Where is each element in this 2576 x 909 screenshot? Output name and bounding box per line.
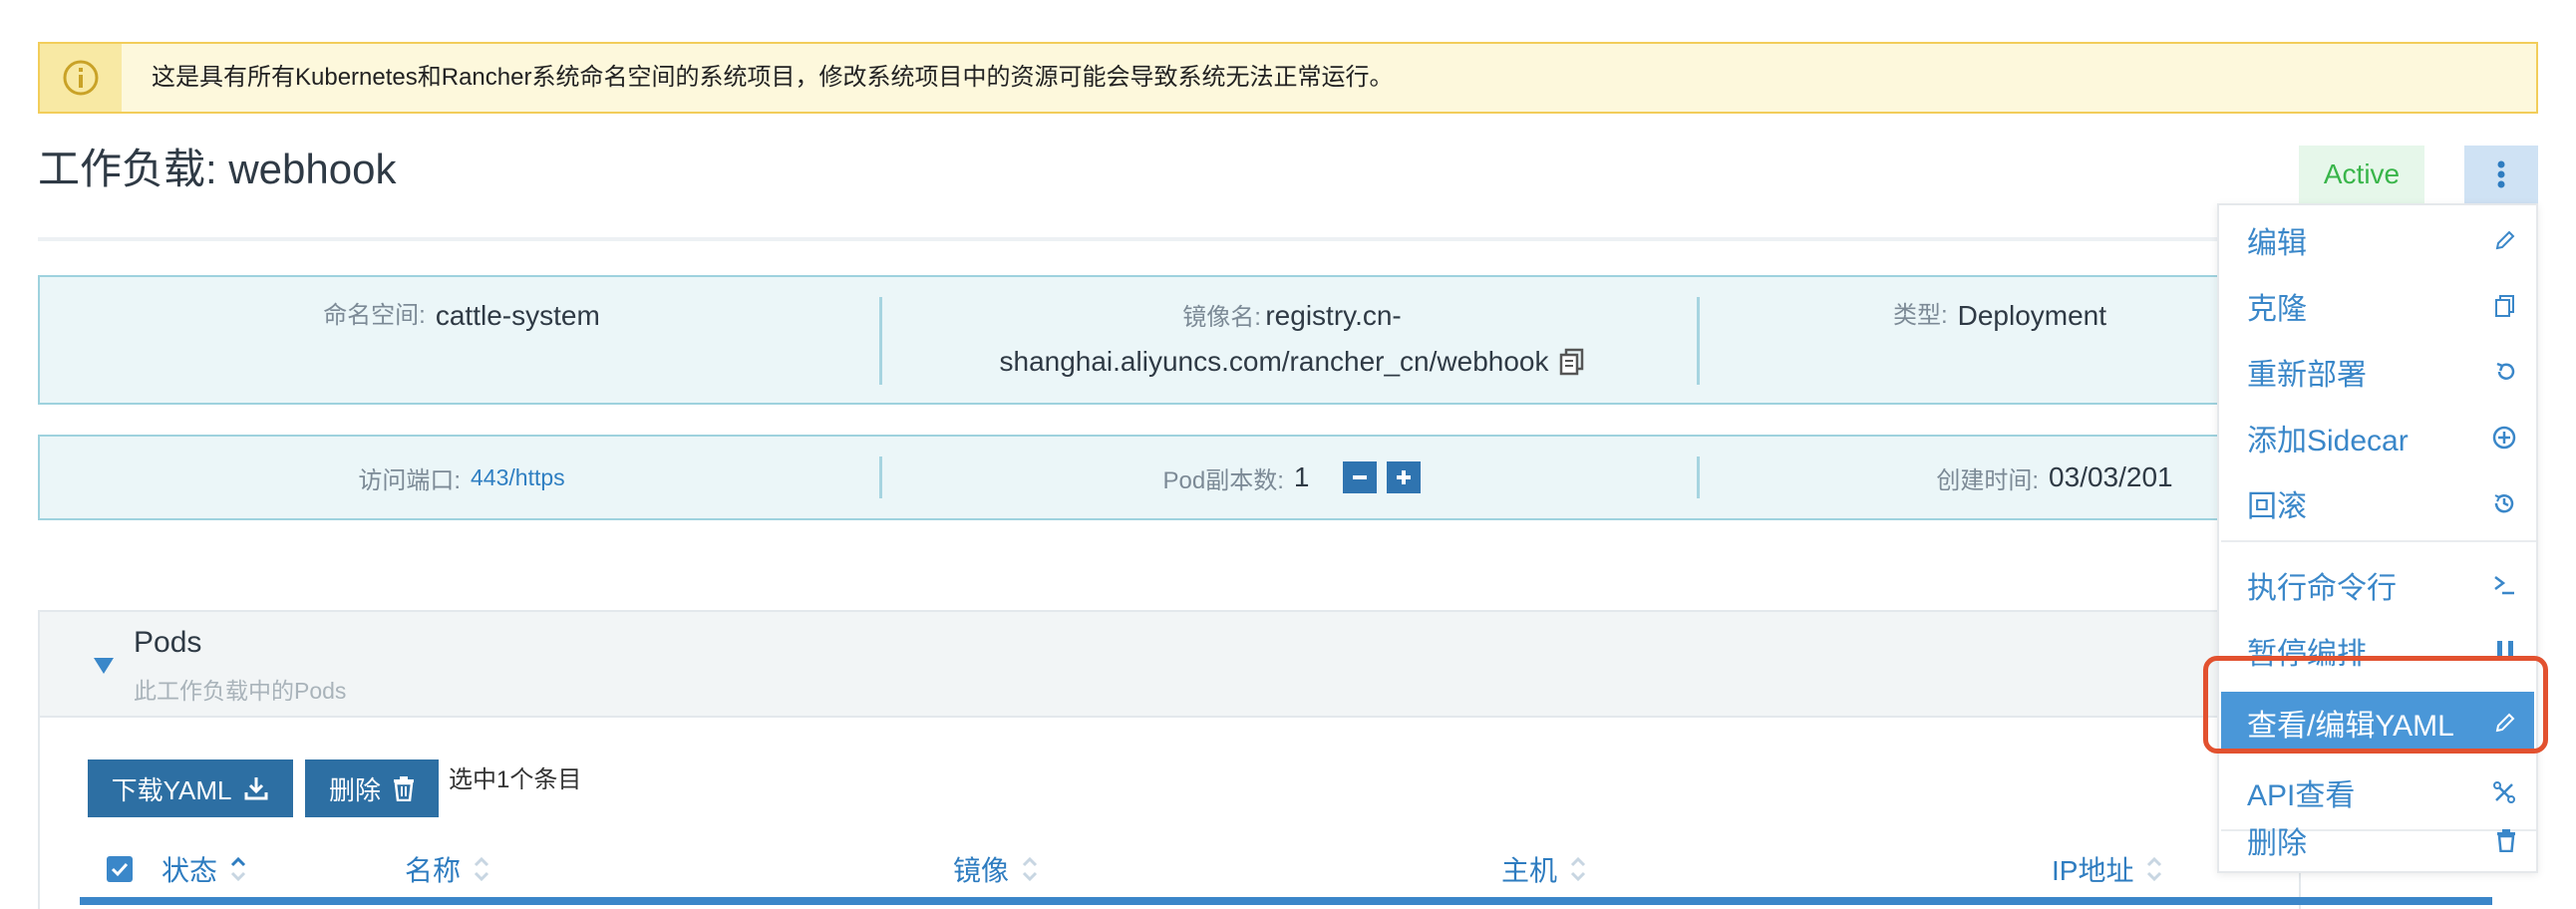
download-yaml-button[interactable]: 下载YAML <box>88 759 293 817</box>
plus-circle-icon <box>2492 426 2516 450</box>
history-icon <box>2494 494 2514 513</box>
trash-icon <box>2497 829 2515 852</box>
column-state-label: 状态 <box>161 855 218 886</box>
column-name-label: 名称 <box>405 855 462 886</box>
image-field: 镜像名: registry.cn- shanghai.aliyuncs.com/… <box>883 277 1701 403</box>
actions-dropdown-menu: 编辑 克隆 重新部署 添加Sidecar 回滚 执行命令行 暂停编排 查看/编辑… <box>2217 203 2538 873</box>
column-node-label: 主机 <box>1501 855 1558 886</box>
menu-item-api-view-label: API查看 <box>2247 779 2356 812</box>
menu-item-shell[interactable]: 执行命令行 <box>2221 554 2534 616</box>
divider <box>879 456 882 498</box>
column-name[interactable]: 名称 <box>405 849 490 889</box>
selected-count: 选中1个条目 <box>449 766 582 793</box>
download-yaml-label: 下载YAML <box>111 774 232 805</box>
image-value-line1: registry.cn- <box>1265 300 1402 331</box>
workload-stats-box: 访问端口: 443/https Pod副本数: 1 创建时间: 03/03/20… <box>38 435 2301 520</box>
replicas-value: 1 <box>1293 461 1310 492</box>
copy-icon[interactable] <box>1559 348 1585 376</box>
menu-item-delete-label: 删除 <box>2247 827 2307 860</box>
delete-pods-label: 删除 <box>328 774 381 805</box>
column-ip-label: IP地址 <box>2052 855 2134 886</box>
system-project-warning-banner: 这是具有所有Kubernetes和Rancher系统命名空间的系统项目，修改系统… <box>38 42 2538 114</box>
plus-icon <box>1397 470 1412 484</box>
pencil-icon <box>2495 230 2515 250</box>
pods-subtitle: 此工作负载中的Pods <box>134 678 347 704</box>
pods-title: Pods <box>134 626 202 659</box>
namespace-field: 命名空间: cattle-system <box>40 277 883 403</box>
download-icon <box>244 777 268 800</box>
column-ip[interactable]: IP地址 <box>2052 849 2163 889</box>
sort-icon <box>1570 856 1586 882</box>
divider <box>879 297 882 385</box>
image-value-line2: shanghai.aliyuncs.com/rancher_cn/webhook <box>999 346 1549 377</box>
info-circle-icon <box>63 60 99 96</box>
divider <box>1697 297 1700 385</box>
sort-icon <box>474 856 489 882</box>
created-label: 创建时间: <box>1936 466 2040 494</box>
menu-item-clone[interactable]: 克隆 <box>2221 275 2534 337</box>
type-label: 类型: <box>1892 302 1948 329</box>
info-icon-container <box>40 44 122 112</box>
column-node[interactable]: 主机 <box>1501 849 1587 889</box>
sort-icon <box>1022 856 1038 882</box>
replicas-field: Pod副本数: 1 <box>883 437 1701 518</box>
menu-item-add-sidecar-label: 添加Sidecar <box>2247 425 2409 457</box>
menu-item-rollback-label: 回滚 <box>2247 490 2307 523</box>
type-value: Deployment <box>1957 300 2107 331</box>
api-tools-icon <box>2493 781 2515 803</box>
increase-replicas-button[interactable] <box>1387 461 1422 493</box>
created-value: 03/03/201 <box>2049 461 2173 492</box>
menu-item-edit[interactable]: 编辑 <box>2221 209 2534 271</box>
menu-item-add-sidecar[interactable]: 添加Sidecar <box>2221 407 2534 468</box>
namespace-label: 命名空间: <box>323 302 426 329</box>
pods-header[interactable]: Pods 此工作负载中的Pods <box>40 612 2299 718</box>
copy-icon <box>2495 295 2514 317</box>
select-all-checkbox[interactable] <box>106 855 134 883</box>
minus-icon <box>1353 475 1368 479</box>
namespace-value: cattle-system <box>435 300 600 331</box>
sort-asc-icon <box>230 856 246 882</box>
trash-icon <box>394 776 414 801</box>
yaml-highlight-outline <box>2203 656 2548 754</box>
table-header-rule <box>80 897 2492 905</box>
delete-pods-button[interactable]: 删除 <box>305 759 439 817</box>
sort-icon <box>2147 856 2162 882</box>
menu-item-redeploy-label: 重新部署 <box>2247 359 2367 392</box>
decrease-replicas-button[interactable] <box>1343 461 1378 493</box>
redo-icon <box>2496 362 2515 380</box>
collapse-triangle-icon[interactable] <box>94 658 114 674</box>
header-divider <box>38 237 2281 241</box>
menu-item-rollback[interactable]: 回滚 <box>2221 472 2534 534</box>
port-field: 访问端口: 443/https <box>40 437 883 518</box>
replicas-label: Pod副本数: <box>1162 466 1284 494</box>
pods-section: Pods 此工作负载中的Pods 下载YAML 删除 选中1个条目 状态 名称 … <box>38 610 2301 909</box>
port-link[interactable]: 443/https <box>471 464 565 491</box>
menu-separator <box>2221 540 2536 542</box>
page-title: 工作负载: webhook <box>38 146 397 192</box>
divider <box>1697 456 1700 498</box>
menu-item-shell-label: 执行命令行 <box>2247 572 2397 605</box>
menu-item-edit-label: 编辑 <box>2247 227 2307 260</box>
banner-text: 这是具有所有Kubernetes和Rancher系统命名空间的系统项目，修改系统… <box>152 64 1394 91</box>
more-actions-button[interactable] <box>2464 146 2538 203</box>
vertical-dots-icon <box>2497 160 2505 188</box>
column-image[interactable]: 镜像 <box>953 849 1039 889</box>
menu-item-clone-label: 克隆 <box>2247 293 2307 326</box>
port-label: 访问端口: <box>358 466 462 494</box>
created-field: 创建时间: 03/03/201 <box>1701 437 2299 518</box>
menu-item-redeploy[interactable]: 重新部署 <box>2221 341 2534 403</box>
workload-info-box: 命名空间: cattle-system 镜像名: registry.cn- sh… <box>38 275 2301 405</box>
status-badge: Active <box>2299 146 2424 203</box>
menu-item-delete[interactable]: 删除 <box>2221 809 2534 871</box>
terminal-icon <box>2494 576 2514 595</box>
image-label: 镜像名: <box>1182 304 1261 331</box>
type-field: 类型: Deployment <box>1701 277 2299 403</box>
column-state[interactable]: 状态 <box>161 849 247 889</box>
column-image-label: 镜像 <box>953 855 1010 886</box>
